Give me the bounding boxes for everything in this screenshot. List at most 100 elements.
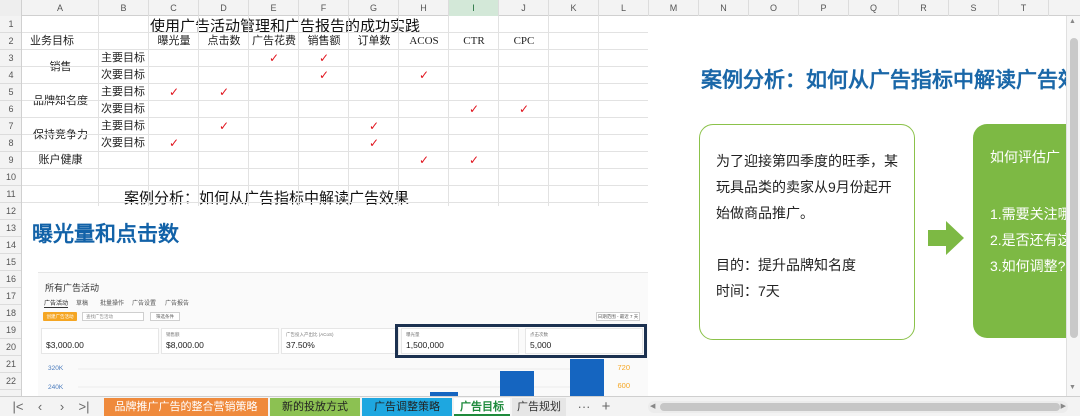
- case-analysis-heading: 案例分析：如何从广告指标中解读广告效: [701, 69, 1066, 92]
- vertical-scrollbar[interactable]: ▲ ▼: [1066, 16, 1080, 396]
- highlight-box: [395, 324, 647, 358]
- card-text-line: 时间：7天: [716, 283, 780, 299]
- column-header-cell[interactable]: B: [99, 0, 149, 16]
- goal-group-label: 销售: [22, 50, 99, 84]
- column-header-cell[interactable]: Q: [849, 0, 899, 16]
- row-header-cell[interactable]: 2: [0, 33, 21, 50]
- row-header-cell[interactable]: 15: [0, 254, 21, 271]
- first-sheet-icon[interactable]: |<: [8, 397, 28, 416]
- check-mark-icon: ✓: [468, 102, 480, 116]
- column-header-cell[interactable]: T: [999, 0, 1049, 16]
- row-header-cell[interactable]: 21: [0, 356, 21, 373]
- column-label: 曝光量: [157, 35, 191, 47]
- add-sheet-icon[interactable]: +: [596, 397, 616, 416]
- check-mark-icon: ✓: [218, 119, 230, 133]
- card-text-line: 2.是否还有这: [990, 232, 1066, 248]
- performance-chart: [78, 359, 604, 396]
- column-header-cell[interactable]: N: [699, 0, 749, 16]
- column-header-cell[interactable]: S: [949, 0, 999, 16]
- column-header-cell[interactable]: P: [799, 0, 849, 16]
- row-header-cell[interactable]: 12: [0, 203, 21, 220]
- column-label: CTR: [463, 35, 485, 47]
- check-mark-icon: ✓: [368, 136, 380, 150]
- goal-priority-label: 主要目标: [101, 86, 145, 98]
- goal-priority-label: 主要目标: [101, 52, 145, 64]
- last-sheet-icon[interactable]: >|: [74, 397, 94, 416]
- column-label: 销售额: [307, 35, 341, 47]
- column-header-cell[interactable]: G: [349, 0, 399, 16]
- row-header-cell[interactable]: 1: [0, 16, 21, 33]
- row-header-cell[interactable]: 19: [0, 322, 21, 339]
- column-header-cell[interactable]: F: [299, 0, 349, 16]
- campaign-search-input: 查找广告活动: [82, 312, 144, 321]
- row-header-cell[interactable]: 6: [0, 101, 21, 118]
- card-text-line: 始做商品推广。: [716, 205, 814, 221]
- row-header-cell[interactable]: 3: [0, 50, 21, 67]
- exposure-clicks-image[interactable]: 曝光量和点击数 所有广告活动 广告活动 草稿 批量操作 广告设置 广告报告 创建广告活动…: [22, 206, 648, 396]
- column-header-cell[interactable]: R: [899, 0, 949, 16]
- row-header-cell[interactable]: 18: [0, 305, 21, 322]
- vertical-scroll-thumb[interactable]: [1070, 38, 1078, 338]
- horizontal-scroll-thumb[interactable]: [660, 403, 1060, 411]
- goal-priority-label: 次要目标: [101, 69, 145, 81]
- row-header-cell[interactable]: 14: [0, 237, 21, 254]
- row-header-cell[interactable]: 11: [0, 186, 21, 203]
- goal-group-label: 品牌知名度: [22, 84, 99, 118]
- row-header-cell[interactable]: 17: [0, 288, 21, 305]
- dashboard-tab: 草稿: [76, 301, 89, 307]
- check-mark-icon: ✓: [218, 85, 230, 99]
- sheet-tab[interactable]: 广告调整策略: [362, 398, 452, 416]
- column-label: 广告花费: [252, 35, 296, 47]
- check-mark-icon: ✓: [468, 153, 480, 167]
- sheet-tab[interactable]: 品牌推广广告的整合营销策略: [104, 398, 268, 416]
- check-mark-icon: ✓: [318, 51, 330, 65]
- row-header-cell[interactable]: 9: [0, 152, 21, 169]
- scroll-down-icon[interactable]: ▼: [1069, 384, 1076, 391]
- column-header-cell[interactable]: H: [399, 0, 449, 16]
- sheet-tab[interactable]: 广告规划: [512, 398, 566, 416]
- column-header-cell[interactable]: I: [449, 0, 499, 16]
- select-all-corner[interactable]: [0, 0, 22, 16]
- column-header-cell[interactable]: O: [749, 0, 799, 16]
- row-header-cell[interactable]: 7: [0, 118, 21, 135]
- column-header-cell[interactable]: C: [149, 0, 199, 16]
- column-header-cell[interactable]: J: [499, 0, 549, 16]
- row-header-cell[interactable]: 16: [0, 271, 21, 288]
- column-header-cell[interactable]: E: [249, 0, 299, 16]
- sheet-tab[interactable]: 广告目标: [454, 398, 510, 416]
- sheet-tab[interactable]: 新的投放方式: [270, 398, 360, 416]
- row-header-cell[interactable]: 10: [0, 169, 21, 186]
- next-sheet-icon[interactable]: ›: [52, 397, 72, 416]
- goal-priority-label: 次要目标: [101, 103, 145, 115]
- prev-sheet-icon[interactable]: ‹: [30, 397, 50, 416]
- left-axis-tick: 320K: [48, 365, 64, 372]
- column-header-cell[interactable]: K: [549, 0, 599, 16]
- dashboard-tab: 广告设置: [132, 301, 157, 307]
- case-analysis-image[interactable]: 案例分析：如何从广告指标中解读广告效 为了迎接第四季度的旺季，某 玩具品类的卖家从…: [648, 16, 1066, 396]
- more-sheets-icon[interactable]: ···: [574, 397, 594, 416]
- check-mark-icon: ✓: [268, 51, 280, 65]
- case-subtitle: 案例分析：如何从广告指标中解读广告效果: [124, 191, 410, 207]
- column-header-cell[interactable]: A: [22, 0, 99, 16]
- scroll-right-icon[interactable]: ▶: [1061, 401, 1066, 413]
- goal-priority-label: 次要目标: [101, 137, 145, 149]
- row-header-cell[interactable]: 8: [0, 135, 21, 152]
- check-mark-icon: ✓: [318, 68, 330, 82]
- scroll-left-icon[interactable]: ◀: [650, 401, 655, 413]
- left-axis-tick: 240K: [48, 384, 64, 391]
- column-header-cell[interactable]: L: [599, 0, 649, 16]
- goal-group-label: 账户健康: [22, 152, 99, 169]
- row-header-cell[interactable]: 22: [0, 373, 21, 390]
- horizontal-scrollbar[interactable]: ◀ ▶: [648, 401, 1068, 413]
- create-campaign-button: 创建广告活动: [43, 312, 77, 321]
- row-header-cell[interactable]: 20: [0, 339, 21, 356]
- row-header: 1 2 3 4 5 6 7 8 9 10 11 12 13 14 15 16 17 18 19 20 21 22: [0, 16, 22, 396]
- column-header-cell[interactable]: D: [199, 0, 249, 16]
- dashboard-tab: 广告活动: [44, 298, 69, 308]
- row-header-cell[interactable]: 5: [0, 84, 21, 101]
- column-label: ACOS: [409, 35, 439, 47]
- scroll-up-icon[interactable]: ▲: [1069, 18, 1076, 25]
- column-header-cell[interactable]: M: [649, 0, 699, 16]
- row-header-cell[interactable]: 13: [0, 220, 21, 237]
- row-header-cell[interactable]: 4: [0, 67, 21, 84]
